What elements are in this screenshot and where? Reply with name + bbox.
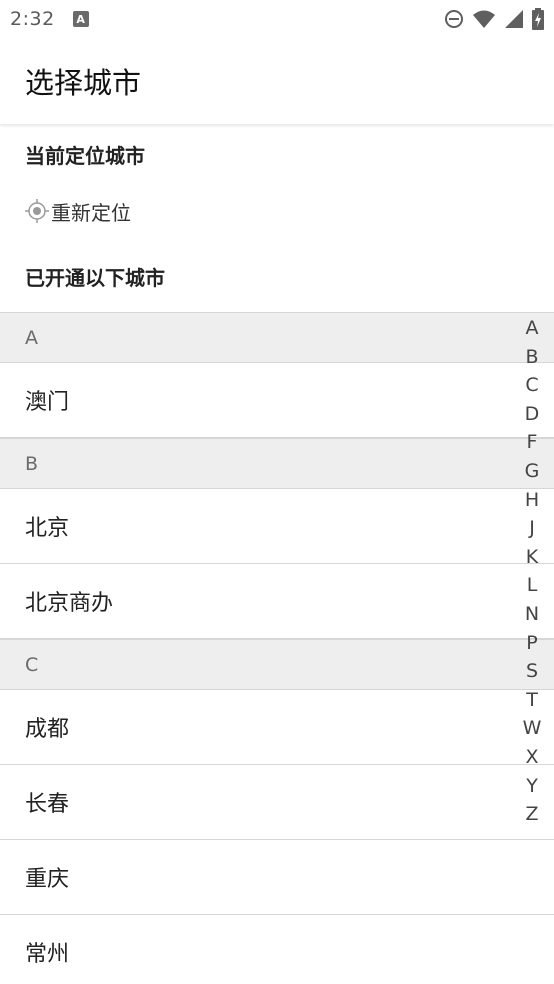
status-bar: 2:32 A bbox=[0, 0, 554, 38]
city-item-chengdu[interactable]: 成都 bbox=[0, 690, 554, 765]
battery-charging-icon bbox=[532, 8, 544, 30]
index-letter-d[interactable]: D bbox=[514, 400, 550, 429]
app-notification-icon: A bbox=[72, 11, 89, 27]
index-letter-g[interactable]: G bbox=[514, 457, 550, 486]
index-letter-t[interactable]: T bbox=[514, 686, 550, 715]
relocate-button[interactable]: 重新定位 bbox=[25, 196, 131, 226]
opened-cities-heading: 已开通以下城市 bbox=[25, 266, 165, 290]
current-city-heading: 当前定位城市 bbox=[25, 144, 145, 168]
index-letter-s[interactable]: S bbox=[514, 657, 550, 686]
index-letter-a[interactable]: A bbox=[514, 314, 550, 343]
page-title: 选择城市 bbox=[25, 66, 142, 100]
city-item-changzhou[interactable]: 常州 bbox=[0, 915, 554, 984]
city-item-macau[interactable]: 澳门 bbox=[0, 363, 554, 438]
index-letter-l[interactable]: L bbox=[514, 571, 550, 600]
city-picker-screen: 2:32 A 选择城市 当前定位城市 重新定位 已开通以下城市 A 澳门 B 北… bbox=[0, 0, 554, 984]
locate-target-icon bbox=[25, 199, 49, 223]
index-letter-w[interactable]: W bbox=[514, 714, 550, 743]
index-letter-p[interactable]: P bbox=[514, 629, 550, 658]
relocate-label: 重新定位 bbox=[51, 200, 131, 225]
letter-header-a: A bbox=[0, 312, 554, 363]
index-letter-x[interactable]: X bbox=[514, 743, 550, 772]
status-indicators bbox=[444, 8, 544, 30]
cellular-signal-icon bbox=[505, 10, 523, 28]
city-item-beijing-commercial[interactable]: 北京商办 bbox=[0, 564, 554, 639]
letter-header-c: C bbox=[0, 639, 554, 690]
city-item-beijing[interactable]: 北京 bbox=[0, 489, 554, 564]
city-item-changchun[interactable]: 长春 bbox=[0, 765, 554, 840]
index-letter-k[interactable]: K bbox=[514, 543, 550, 572]
letter-header-b: B bbox=[0, 438, 554, 489]
index-letter-z[interactable]: Z bbox=[514, 800, 550, 829]
city-item-chongqing[interactable]: 重庆 bbox=[0, 840, 554, 915]
index-letter-y[interactable]: Y bbox=[514, 772, 550, 801]
status-time: 2:32 bbox=[10, 8, 55, 30]
alphabet-index[interactable]: A B C D F G H J K L N P S T W X Y Z bbox=[514, 314, 550, 829]
do-not-disturb-icon bbox=[445, 10, 463, 28]
index-letter-j[interactable]: J bbox=[514, 514, 550, 543]
index-letter-b[interactable]: B bbox=[514, 343, 550, 372]
wifi-icon bbox=[473, 10, 495, 28]
index-letter-c[interactable]: C bbox=[514, 371, 550, 400]
app-bar: 选择城市 bbox=[0, 38, 554, 124]
index-letter-h[interactable]: H bbox=[514, 486, 550, 515]
index-letter-n[interactable]: N bbox=[514, 600, 550, 629]
index-letter-f[interactable]: F bbox=[514, 428, 550, 457]
city-list[interactable]: A 澳门 B 北京 北京商办 C 成都 长春 重庆 常州 bbox=[0, 312, 554, 984]
